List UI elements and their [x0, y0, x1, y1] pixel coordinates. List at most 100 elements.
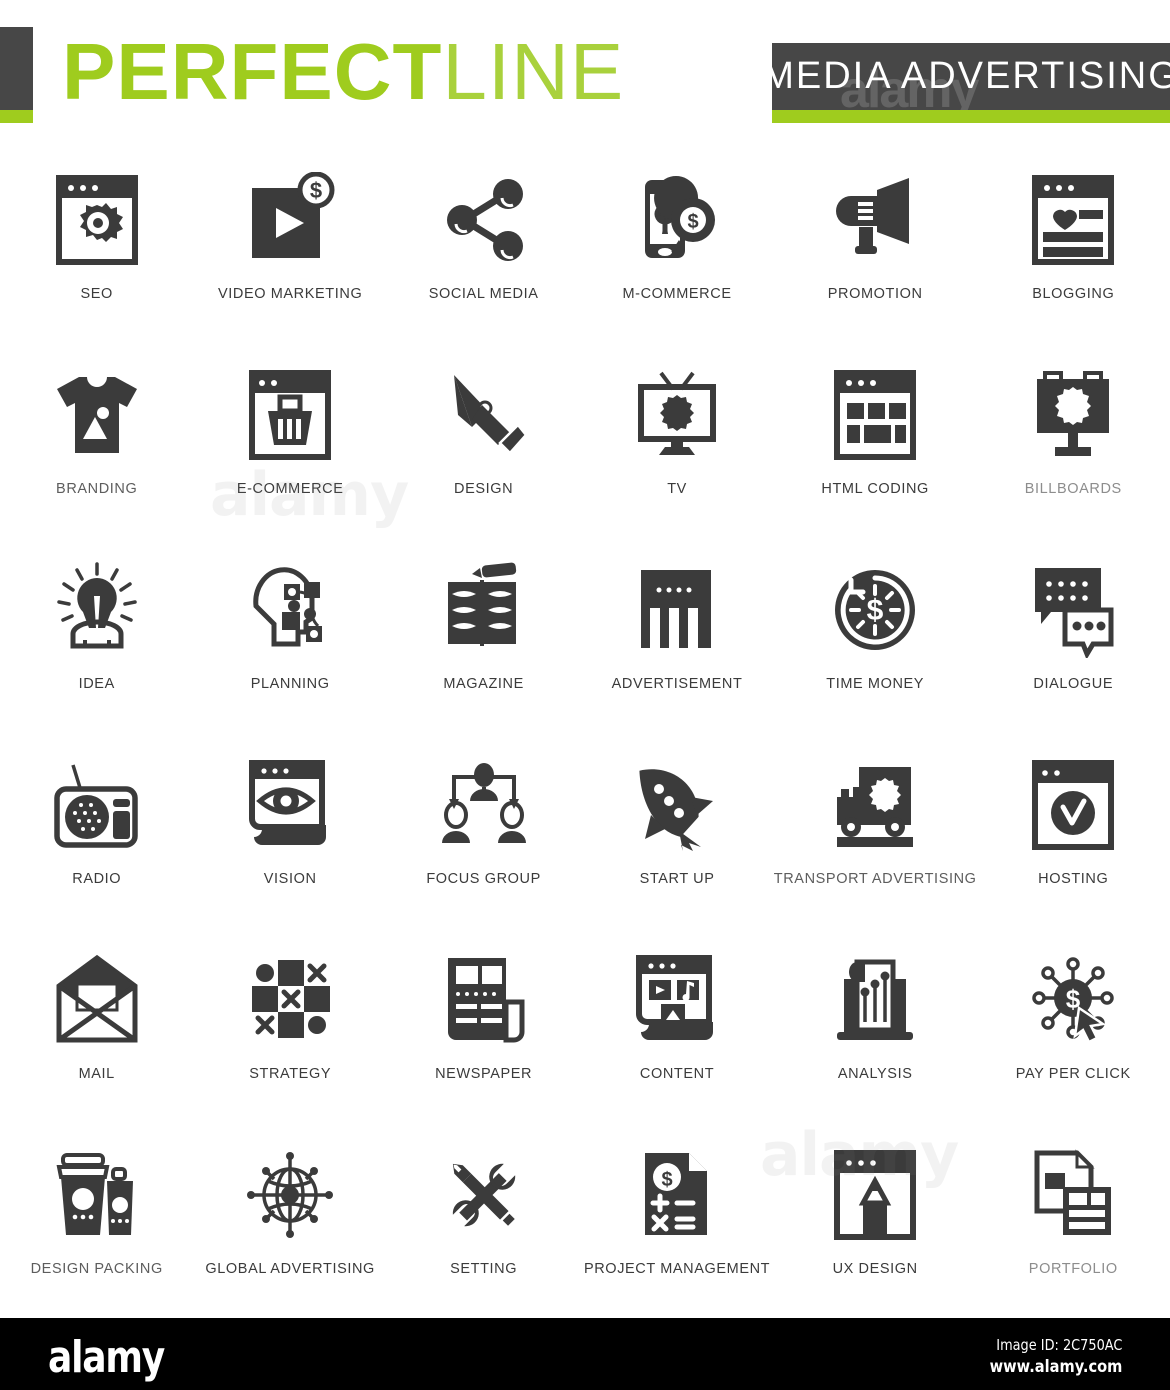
icon-cell[interactable]: $ PAY PER CLICK — [977, 932, 1170, 1127]
category-badge-underbar — [772, 110, 1170, 123]
design-packing-icon — [47, 1139, 147, 1251]
icon-cell[interactable]: HTML CODING — [774, 347, 977, 542]
mail-icon — [47, 944, 147, 1056]
category-badge: MEDIA ADVERTISING — [762, 43, 1170, 110]
html-coding-icon — [825, 359, 925, 471]
icon-label: VISION — [263, 871, 317, 887]
transport-advertising-icon — [825, 749, 925, 861]
icon-label: PORTFOLIO — [1028, 1261, 1118, 1277]
planning-icon — [240, 554, 340, 666]
icon-cell[interactable]: E-COMMERCE — [193, 347, 386, 542]
icon-label: E-COMMERCE — [236, 481, 344, 497]
icon-cell[interactable]: CONTENT — [580, 932, 773, 1127]
icon-label: MAIL — [78, 1066, 115, 1082]
project-management-icon: $ — [627, 1139, 727, 1251]
social-media-icon — [434, 164, 534, 276]
analysis-icon — [825, 944, 925, 1056]
icon-label: DESIGN — [454, 481, 514, 497]
icon-label: SOCIAL MEDIA — [428, 286, 539, 302]
icon-cell[interactable]: $ TIME MONEY — [774, 542, 977, 737]
icon-cell[interactable]: NEWSPAPER — [387, 932, 580, 1127]
portfolio-icon — [1023, 1139, 1123, 1251]
icon-label: ANALYSIS — [837, 1066, 913, 1082]
icon-cell[interactable]: PORTFOLIO — [977, 1127, 1170, 1322]
image-id-label: Image ID: 2C750AC — [995, 1336, 1122, 1354]
icon-cell[interactable]: START UP — [580, 737, 773, 932]
icon-label: START UP — [639, 871, 715, 887]
icon-cell[interactable]: SOCIAL MEDIA — [387, 152, 580, 347]
icon-label: SEO — [80, 286, 113, 302]
icon-cell[interactable]: DIALOGUE — [977, 542, 1170, 737]
icon-cell[interactable]: BRANDING — [0, 347, 193, 542]
icon-cell[interactable]: STRATEGY — [193, 932, 386, 1127]
icon-cell[interactable]: MAIL — [0, 932, 193, 1127]
m-commerce-icon: $ — [627, 164, 727, 276]
blogging-icon — [1023, 164, 1123, 276]
icon-label: DESIGN PACKING — [30, 1261, 163, 1277]
icon-label: PROJECT MANAGEMENT — [583, 1261, 771, 1277]
category-badge-label: MEDIA ADVERTISING — [762, 55, 1170, 97]
icon-cell[interactable]: RADIO — [0, 737, 193, 932]
idea-icon — [47, 554, 147, 666]
icon-cell[interactable]: FOCUS GROUP — [387, 737, 580, 932]
design-icon — [434, 359, 534, 471]
icon-label: PAY PER CLICK — [1015, 1066, 1131, 1082]
focus-group-icon — [434, 749, 534, 861]
branding-icon — [47, 359, 147, 471]
alamy-logo: alamy — [48, 1332, 165, 1383]
icon-cell[interactable]: PLANNING — [193, 542, 386, 737]
icon-cell[interactable]: BLOGGING — [977, 152, 1170, 347]
icon-cell[interactable]: SEO — [0, 152, 193, 347]
icon-label: FOCUS GROUP — [426, 871, 541, 887]
icon-cell[interactable]: IDEA — [0, 542, 193, 737]
icon-cell[interactable]: VISION — [193, 737, 386, 932]
icon-label: TRANSPORT ADVERTISING — [773, 871, 977, 887]
global-advertising-icon — [240, 1139, 340, 1251]
icon-cell[interactable]: DESIGN — [387, 347, 580, 542]
svg-text:$: $ — [687, 211, 698, 233]
icon-cell[interactable]: HOSTING — [977, 737, 1170, 932]
icon-label: HTML CODING — [821, 481, 929, 497]
icon-label: MAGAZINE — [443, 676, 524, 692]
page-header: PERFECTLINE MEDIA ADVERTISING alamy — [0, 0, 1170, 140]
icon-cell[interactable]: TRANSPORT ADVERTISING — [774, 737, 977, 932]
brand-primary-text: PERFECT — [62, 27, 443, 116]
ux-design-icon — [825, 1139, 925, 1251]
icon-label: BRANDING — [56, 481, 138, 497]
icon-label: STRATEGY — [249, 1066, 332, 1082]
icon-cell[interactable]: ADVERTISEMENT — [580, 542, 773, 737]
icon-cell[interactable]: $ M-COMMERCE — [580, 152, 773, 347]
footer-url[interactable]: www.alamy.com — [989, 1356, 1122, 1378]
setting-icon — [434, 1139, 534, 1251]
icon-grid: SEO $ VIDEO MARKETING SOCIAL MEDIA $ M-C… — [0, 152, 1170, 1322]
icon-label: TIME MONEY — [826, 676, 925, 692]
icon-label: PROMOTION — [827, 286, 923, 302]
start-up-icon — [627, 749, 727, 861]
icon-cell[interactable]: UX DESIGN — [774, 1127, 977, 1322]
icon-label: ADVERTISEMENT — [611, 676, 743, 692]
icon-cell[interactable]: $ VIDEO MARKETING — [193, 152, 386, 347]
icon-cell[interactable]: SETTING — [387, 1127, 580, 1322]
svg-text:$: $ — [661, 1169, 672, 1191]
seo-icon — [47, 164, 147, 276]
icon-cell[interactable]: PROMOTION — [774, 152, 977, 347]
icon-cell[interactable]: BILLBOARDS — [977, 347, 1170, 542]
icon-cell[interactable]: GLOBAL ADVERTISING — [193, 1127, 386, 1322]
icon-label: SETTING — [450, 1261, 518, 1277]
icon-cell[interactable]: DESIGN PACKING — [0, 1127, 193, 1322]
icon-cell[interactable]: $ PROJECT MANAGEMENT — [580, 1127, 773, 1322]
brand-logo: PERFECTLINE — [62, 30, 624, 114]
icon-label: CONTENT — [639, 1066, 715, 1082]
icon-label: UX DESIGN — [832, 1261, 918, 1277]
svg-text:$: $ — [867, 594, 884, 627]
icon-cell[interactable]: MAGAZINE — [387, 542, 580, 737]
svg-text:$: $ — [310, 178, 322, 203]
header-dark-accent-underbar — [0, 110, 33, 123]
pay-per-click-icon: $ — [1023, 944, 1123, 1056]
icon-cell[interactable]: TV — [580, 347, 773, 542]
icon-cell[interactable]: ANALYSIS — [774, 932, 977, 1127]
hosting-icon — [1023, 749, 1123, 861]
vision-icon — [240, 749, 340, 861]
video-marketing-icon: $ — [240, 164, 340, 276]
e-commerce-icon — [240, 359, 340, 471]
